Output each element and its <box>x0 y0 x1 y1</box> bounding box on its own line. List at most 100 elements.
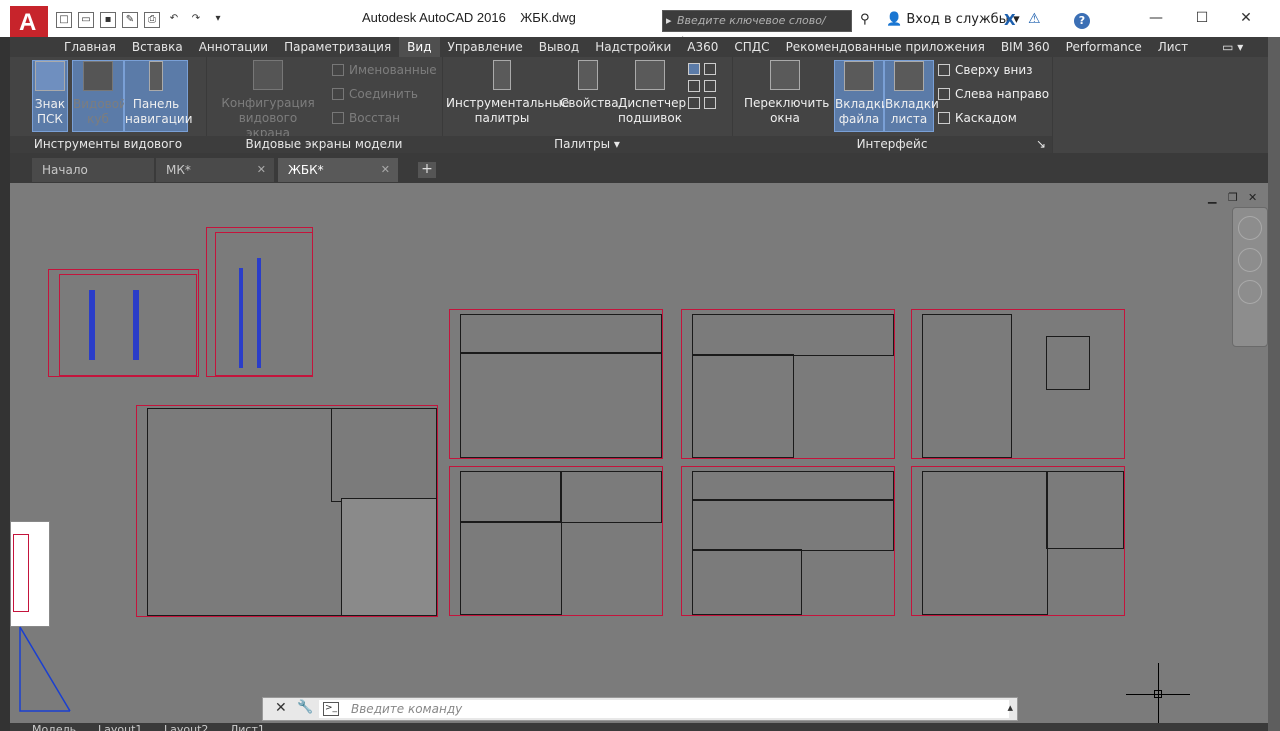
search-input[interactable]: Введите ключевое слово/фразу <box>662 10 852 47</box>
drawing-canvas[interactable]: ▁ ❐ ✕ <box>10 183 1268 723</box>
sheetset-manager-button[interactable]: Диспетчер подшивок <box>618 60 686 126</box>
panel-title-interface[interactable]: Интерфейс ↘ <box>732 136 1052 153</box>
command-line-icon[interactable] <box>688 63 700 75</box>
binoculars-icon[interactable]: ⚲ <box>860 12 870 27</box>
steering-wheel-icon[interactable] <box>1238 216 1262 240</box>
panel-palettes: Инструментальные палитры Свойства Диспет… <box>442 57 733 153</box>
drawing-sheet <box>136 405 438 617</box>
panel-title-palettes[interactable]: Палитры ▾ <box>442 136 732 153</box>
sign-in-button[interactable]: 👤 Вход в службы ▾ <box>886 12 1020 27</box>
switch-windows-button[interactable]: Переключить окна <box>744 60 829 126</box>
pan-icon[interactable] <box>1238 248 1262 272</box>
ucs-icon-button[interactable]: Знак ПСК <box>32 60 68 132</box>
drawing-sheet <box>681 309 895 459</box>
viewcube-button[interactable]: Видовой куб <box>72 60 127 132</box>
ribbon-tab[interactable]: Вывод <box>531 37 587 57</box>
file-tab-mk[interactable]: МК* ✕ <box>156 158 274 182</box>
ribbon-tab[interactable]: Вид <box>399 37 440 57</box>
ribbon-tab[interactable]: Лист <box>1150 37 1196 57</box>
panel-title-viewport-tools[interactable]: Инструменты видового экрана ▾ <box>10 136 206 168</box>
ribbon-tab[interactable]: BIM 360 <box>993 37 1058 57</box>
user-icon: 👤 <box>886 12 903 27</box>
switch-windows-icon <box>770 60 800 90</box>
named-viewports-button[interactable]: Именованные <box>332 61 437 79</box>
join-viewports-button[interactable]: Соединить <box>332 85 418 103</box>
exchange-icon[interactable]: X <box>1004 11 1016 29</box>
ribbon-tab[interactable]: Параметризация <box>276 37 399 57</box>
vertical-scrollbar[interactable] <box>1268 37 1280 731</box>
ucs-icon-label: Знак ПСК <box>34 97 66 126</box>
cascade-icon <box>938 112 950 124</box>
file-tab-start[interactable]: Начало <box>32 158 154 182</box>
command-prompt-icon[interactable]: >_ <box>323 702 339 716</box>
navbar-button[interactable]: Панель навигации <box>124 60 193 132</box>
command-history-icon[interactable]: ▴ <box>1007 701 1013 714</box>
ribbon-tab[interactable]: Управление <box>440 37 531 57</box>
ribbon-tab[interactable]: Главная <box>56 37 124 57</box>
window-title: Autodesk AutoCAD 2016 ЖБК.dwg <box>362 10 576 25</box>
viewport-restore-icon[interactable]: ❐ <box>1228 191 1238 204</box>
plot-icon[interactable]: ⎙ <box>144 12 160 28</box>
maximize-button[interactable]: ☐ <box>1188 8 1216 28</box>
new-tab-button[interactable]: + <box>418 162 436 178</box>
command-placeholder: Введите команду <box>351 702 463 716</box>
a360-icon[interactable]: ⚠ <box>1028 11 1041 27</box>
save-icon[interactable]: ▪ <box>100 12 116 28</box>
cascade-button[interactable]: Каскадом <box>938 109 1017 127</box>
close-tab-icon[interactable]: ✕ <box>257 158 266 182</box>
undo-icon[interactable]: ↶ <box>166 12 182 28</box>
close-icon[interactable]: ✕ <box>275 700 287 716</box>
panel-viewport-tools: Знак ПСК Видовой куб Панель навигации Ин… <box>10 57 207 168</box>
close-tab-icon[interactable]: ✕ <box>381 158 390 182</box>
tile-vertical-button[interactable]: Слева направо <box>938 85 1049 103</box>
redo-icon[interactable]: ↷ <box>188 12 204 28</box>
quick-access-toolbar: □ ▭ ▪ ✎ ⎙ ↶ ↷ ▾ <box>56 10 226 30</box>
layout-tab-model[interactable]: Модель <box>32 723 76 731</box>
dbconnect-icon[interactable] <box>704 97 716 109</box>
ribbon-tab[interactable]: Аннотации <box>191 37 276 57</box>
layout-tab-sheet1[interactable]: Лист1 <box>230 723 265 731</box>
ribbon-tab[interactable]: Performance <box>1058 37 1150 57</box>
ribbon-tab[interactable]: А360 <box>679 37 726 57</box>
left-window-edge <box>0 37 10 731</box>
markup-icon[interactable] <box>688 97 700 109</box>
palette-small-icons <box>686 61 730 112</box>
file-tab-zhbk[interactable]: ЖБК* ✕ <box>278 158 398 182</box>
close-button[interactable]: ✕ <box>1232 8 1260 28</box>
ribbon-tab[interactable]: Надстройки <box>587 37 679 57</box>
properties-button[interactable]: Свойства <box>560 60 619 111</box>
layout-tab-layout2[interactable]: Layout2 <box>164 723 208 731</box>
tile-horizontal-button[interactable]: Сверху вниз <box>938 61 1033 79</box>
layers-icon[interactable] <box>704 63 716 75</box>
save-as-icon[interactable]: ✎ <box>122 12 138 28</box>
command-input[interactable]: >_ Введите команду <box>319 700 1009 718</box>
ribbon-tab[interactable]: СПДС <box>726 37 777 57</box>
viewport-close-icon[interactable]: ✕ <box>1248 191 1257 204</box>
design-center-icon[interactable] <box>688 80 700 92</box>
minimize-button[interactable]: — <box>1142 8 1170 28</box>
layout-tabs-button[interactable]: Вкладки листа <box>884 60 939 132</box>
zoom-icon[interactable] <box>1238 280 1262 304</box>
open-file-icon[interactable]: ▭ <box>78 12 94 28</box>
ribbon-tab[interactable]: Рекомендованные приложения <box>778 37 993 57</box>
drawing-sheet <box>449 466 663 616</box>
help-icon[interactable]: ? <box>1074 13 1090 29</box>
ribbon-panel: Знак ПСК Видовой куб Панель навигации Ин… <box>10 57 1268 168</box>
viewport-config-button[interactable]: Конфигурация видового экрана <box>218 60 318 141</box>
ribbon-tab[interactable]: Вставка <box>124 37 191 57</box>
file-tabs-button[interactable]: Вкладки файла <box>834 60 889 132</box>
new-file-icon[interactable]: □ <box>56 12 72 28</box>
navigation-bar <box>1232 207 1268 347</box>
dialog-launcher-icon[interactable]: ↘ <box>1036 136 1046 153</box>
restore-viewports-button[interactable]: Восстан <box>332 109 400 127</box>
app-logo-letter: A <box>19 9 37 36</box>
customize-qat-icon[interactable]: ▾ <box>210 12 226 28</box>
viewport-minimize-icon[interactable]: ▁ <box>1208 191 1216 204</box>
calculator-icon[interactable] <box>704 80 716 92</box>
tile-vertical-icon <box>938 88 950 100</box>
ribbon-minimize-icon[interactable]: ▭ ▾ <box>1214 37 1251 57</box>
tool-palettes-button[interactable]: Инструментальные палитры <box>446 60 569 126</box>
join-icon <box>332 88 344 100</box>
layout-tab-layout1[interactable]: Layout1 <box>98 723 142 731</box>
wrench-icon[interactable]: 🔧 <box>297 700 313 715</box>
